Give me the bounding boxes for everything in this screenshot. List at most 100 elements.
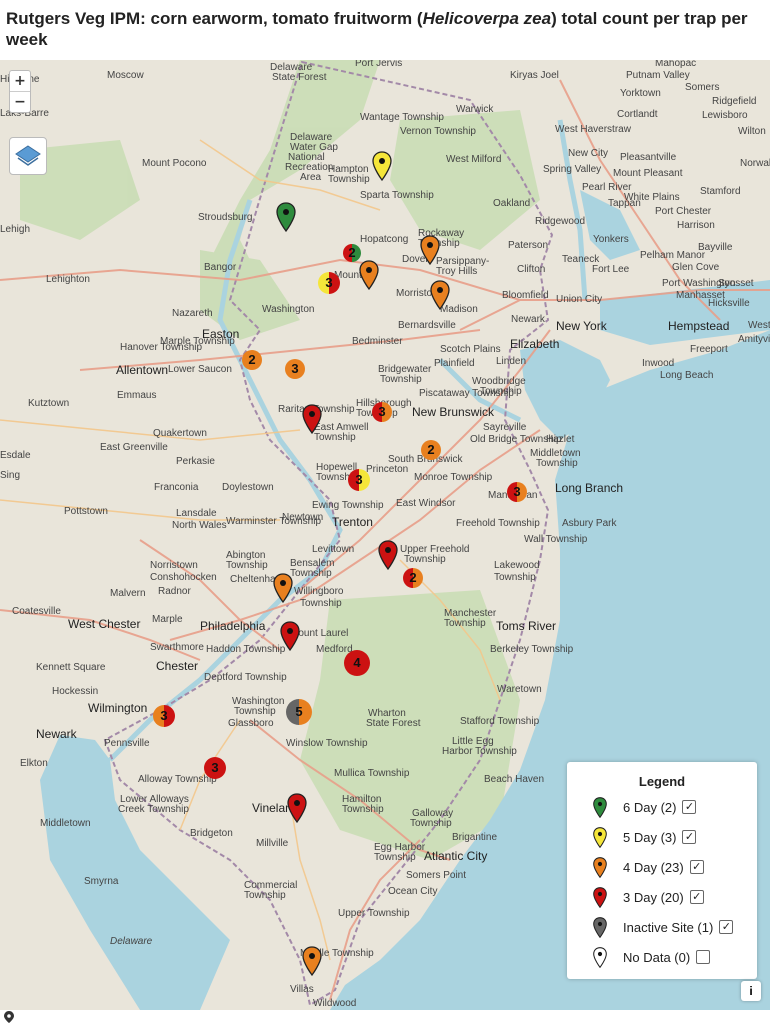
svg-text:New York: New York <box>556 319 608 333</box>
trap-cluster[interactable]: 3 <box>507 482 527 502</box>
svg-text:Freehold Township: Freehold Township <box>456 518 540 529</box>
legend-checkbox[interactable] <box>696 950 711 964</box>
trap-marker-red[interactable] <box>302 404 322 439</box>
svg-text:Stafford Township: Stafford Township <box>460 716 540 727</box>
trap-cluster[interactable]: 3 <box>372 402 392 422</box>
svg-text:Township: Township <box>536 458 578 469</box>
trap-cluster[interactable]: 4 <box>344 650 370 676</box>
svg-text:Somers: Somers <box>685 82 719 93</box>
layers-button[interactable] <box>9 137 47 175</box>
trap-marker-yellow[interactable] <box>372 151 392 186</box>
info-button[interactable]: i <box>741 981 761 1001</box>
trap-cluster[interactable]: 2 <box>403 568 423 588</box>
svg-text:Township: Township <box>410 818 452 829</box>
svg-text:Township: Township <box>328 174 370 185</box>
svg-text:Philadelphia: Philadelphia <box>200 619 266 633</box>
trap-cluster[interactable]: 3 <box>348 469 370 491</box>
svg-text:Township: Township <box>300 598 342 609</box>
zoom-out-button[interactable]: − <box>10 91 30 112</box>
svg-text:Upper Township: Upper Township <box>338 908 410 919</box>
svg-text:Haddon Township: Haddon Township <box>206 644 286 655</box>
svg-text:Sparta Township: Sparta Township <box>360 190 434 201</box>
svg-text:Ridgefield: Ridgefield <box>712 96 756 107</box>
svg-text:Moscow: Moscow <box>107 70 144 81</box>
svg-text:Warwick: Warwick <box>456 104 494 115</box>
marker-yellow-icon <box>593 826 615 848</box>
svg-text:Linden: Linden <box>496 356 526 367</box>
svg-text:Norwalk: Norwalk <box>740 158 770 169</box>
zoom-in-button[interactable]: + <box>10 71 30 91</box>
svg-text:Port Jervis: Port Jervis <box>355 60 402 69</box>
trap-marker-red[interactable] <box>378 540 398 575</box>
marker-orange-icon <box>593 856 615 878</box>
svg-text:Glassboro: Glassboro <box>228 718 274 729</box>
svg-text:West Babylon: West Babylon <box>748 320 770 331</box>
legend-checkbox[interactable]: ✓ <box>689 890 704 904</box>
svg-text:Bloomfield: Bloomfield <box>502 290 549 301</box>
svg-text:Emmaus: Emmaus <box>117 390 156 401</box>
svg-text:Lehighton: Lehighton <box>46 274 90 285</box>
svg-text:Berkeley Township: Berkeley Township <box>490 644 574 655</box>
trap-cluster[interactable]: 3 <box>285 359 305 379</box>
cluster-count: 4 <box>353 655 361 670</box>
svg-text:Yonkers: Yonkers <box>593 234 629 245</box>
legend-item: 3 Day (20) ✓ <box>593 886 704 908</box>
trap-cluster[interactable]: 3 <box>204 757 226 779</box>
svg-text:Fort Lee: Fort Lee <box>592 264 630 275</box>
legend-label: 5 Day (3) <box>623 829 677 845</box>
svg-text:Wantage Township: Wantage Township <box>360 112 444 123</box>
trap-marker-orange[interactable] <box>420 235 440 270</box>
svg-text:Perkasie: Perkasie <box>176 456 215 467</box>
svg-text:Franconia: Franconia <box>154 482 199 493</box>
svg-text:Smyrna: Smyrna <box>84 876 119 887</box>
legend-checkbox[interactable]: ✓ <box>689 860 704 874</box>
zoom-control: + − <box>9 70 31 113</box>
trap-marker-green[interactable] <box>276 202 296 237</box>
trap-cluster[interactable]: 2 <box>421 440 441 460</box>
svg-text:Township: Township <box>380 374 422 385</box>
svg-text:Putnam Valley: Putnam Valley <box>626 70 690 81</box>
trap-marker-red[interactable] <box>287 793 307 828</box>
svg-text:Villas: Villas <box>290 984 314 995</box>
svg-text:Marple: Marple <box>152 614 183 625</box>
cluster-count: 3 <box>160 708 168 723</box>
svg-text:Kutztown: Kutztown <box>28 398 69 409</box>
svg-text:Newark: Newark <box>511 314 546 325</box>
svg-text:Freeport: Freeport <box>690 344 728 355</box>
svg-text:Lehigh: Lehigh <box>0 224 30 235</box>
trap-marker-orange[interactable] <box>359 260 379 295</box>
svg-text:Toms River: Toms River <box>496 619 556 633</box>
svg-text:Bedminster: Bedminster <box>352 336 403 347</box>
trap-marker-orange[interactable] <box>273 573 293 608</box>
legend-panel: Legend 6 Day (2) ✓ 5 Day (3) ✓ 4 Day (23) ✓ 3 … <box>567 762 757 979</box>
svg-text:Deptford Township: Deptford Township <box>204 672 287 683</box>
svg-text:Radnor: Radnor <box>158 586 191 597</box>
legend-item: Inactive Site (1) ✓ <box>593 916 734 938</box>
svg-text:Kennett Square: Kennett Square <box>36 662 106 673</box>
trap-marker-orange[interactable] <box>302 946 322 981</box>
trap-marker-red[interactable] <box>280 621 300 656</box>
svg-text:West Milford: West Milford <box>446 154 501 165</box>
svg-text:Elkton: Elkton <box>20 758 48 769</box>
svg-text:Bangor: Bangor <box>204 262 237 273</box>
legend-label: 4 Day (23) <box>623 859 684 875</box>
svg-text:Bridgeton: Bridgeton <box>190 828 233 839</box>
svg-text:Pennsville: Pennsville <box>104 738 150 749</box>
svg-text:State Forest: State Forest <box>272 72 327 83</box>
svg-text:Township: Township <box>374 852 416 863</box>
legend-checkbox[interactable]: ✓ <box>682 830 697 844</box>
svg-text:Princeton: Princeton <box>366 464 408 475</box>
svg-text:Bernardsville: Bernardsville <box>398 320 456 331</box>
trap-cluster[interactable]: 3 <box>153 705 175 727</box>
marker-gray-icon <box>593 916 615 938</box>
trap-cluster[interactable]: 3 <box>318 272 340 294</box>
cluster-count: 5 <box>295 704 303 719</box>
svg-text:Wall Township: Wall Township <box>524 534 588 545</box>
svg-text:West Haverstraw: West Haverstraw <box>555 124 632 135</box>
trap-marker-orange[interactable] <box>430 280 450 315</box>
legend-checkbox[interactable]: ✓ <box>682 800 697 814</box>
legend-checkbox[interactable]: ✓ <box>719 920 734 934</box>
cluster-count: 3 <box>291 361 299 376</box>
trap-cluster[interactable]: 5 <box>286 699 312 725</box>
trap-cluster[interactable]: 2 <box>242 350 262 370</box>
